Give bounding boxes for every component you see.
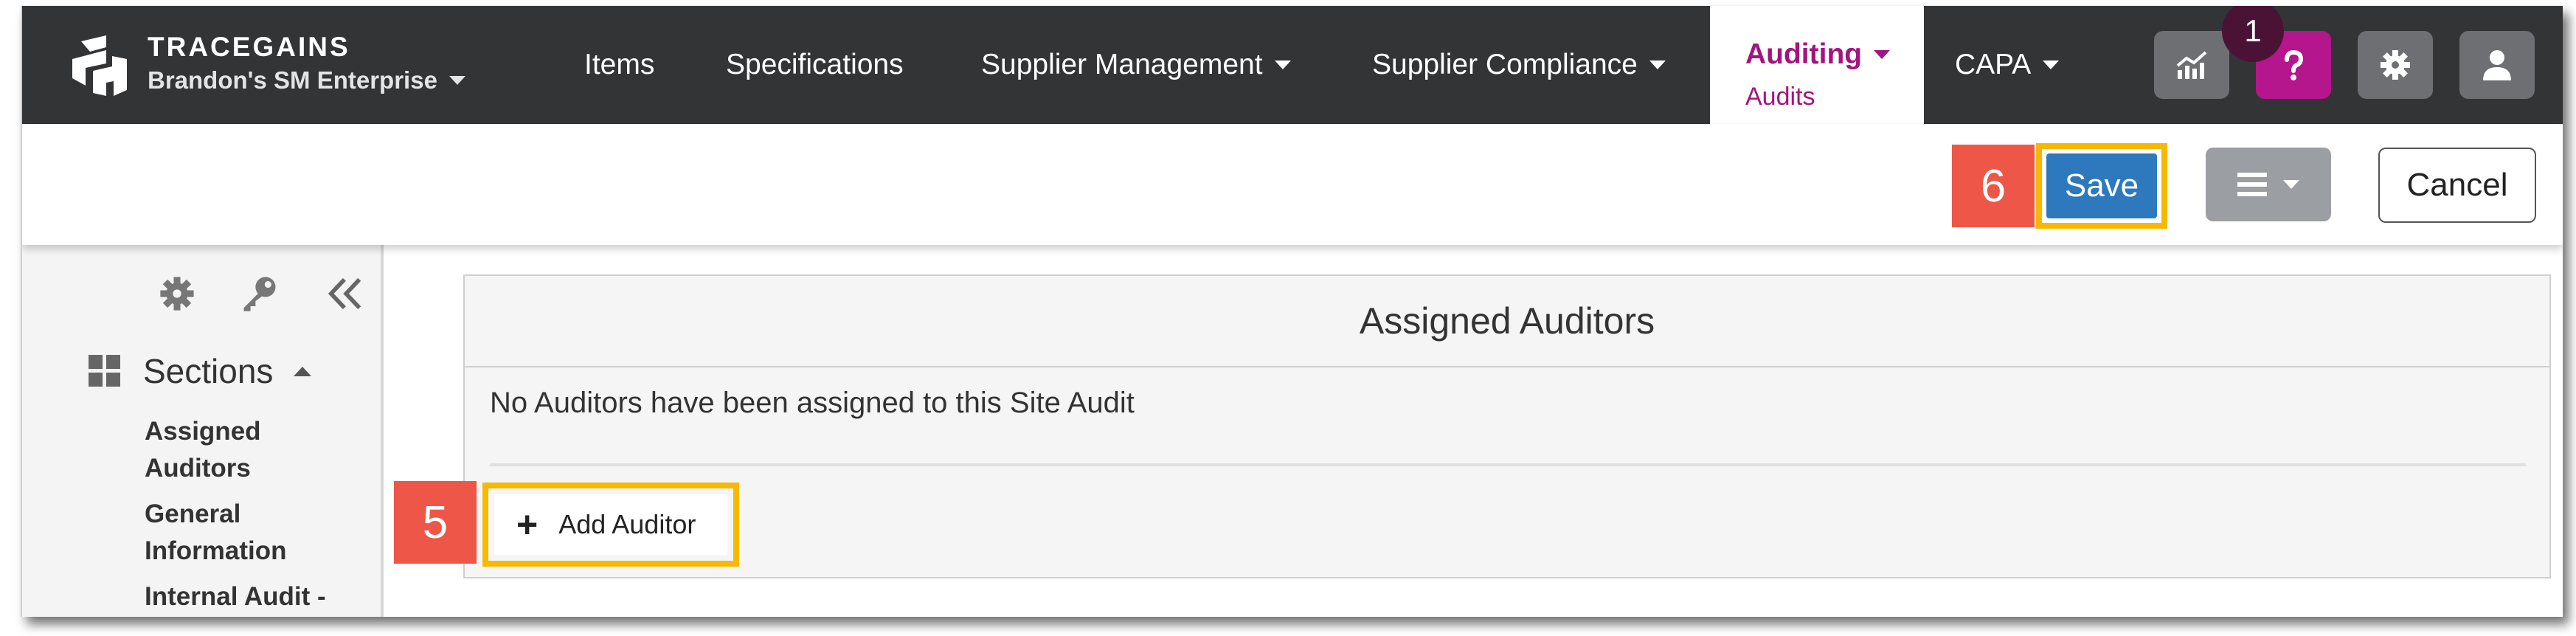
- step-5-badge: 5: [394, 481, 477, 564]
- sections-label: Sections: [143, 352, 274, 390]
- analytics-button[interactable]: [2154, 31, 2229, 99]
- chevron-up-icon: [294, 366, 312, 376]
- nav-supplier-compliance[interactable]: Supplier Compliance: [1372, 6, 1666, 124]
- nav-supplier-management[interactable]: Supplier Management: [981, 6, 1291, 124]
- chevron-down-icon: [2283, 180, 2299, 189]
- key-icon[interactable]: [240, 274, 279, 313]
- nav-items-label: Items: [584, 49, 655, 80]
- nav-capa-label: CAPA: [1955, 49, 2032, 80]
- chevron-down-icon: [2043, 61, 2060, 69]
- hamburger-icon: [2237, 173, 2267, 196]
- add-auditor-label: Add Auditor: [558, 509, 696, 539]
- plus-icon: +: [516, 504, 539, 545]
- section-link-assigned-auditors[interactable]: Assigned Auditors: [145, 413, 366, 487]
- chevron-down-icon: [449, 76, 465, 85]
- app-window: TRACEGAINS Brandon's SM Enterprise Items…: [21, 6, 2563, 617]
- collapse-icon[interactable]: [326, 274, 364, 313]
- nav-supplier-management-label: Supplier Management: [981, 49, 1263, 80]
- cancel-button[interactable]: Cancel: [2378, 148, 2536, 223]
- chevron-down-icon: [1874, 50, 1891, 59]
- action-toolbar: 6 Save Cancel: [22, 124, 2563, 245]
- panel-title: Assigned Auditors: [465, 276, 2549, 367]
- assigned-auditors-panel: Assigned Auditors No Auditors have been …: [463, 274, 2551, 578]
- nav-capa[interactable]: CAPA: [1955, 6, 2060, 124]
- section-link-internal-audit[interactable]: Internal Audit -: [145, 578, 366, 615]
- nav-specifications[interactable]: Specifications: [726, 6, 904, 124]
- top-navigation: TRACEGAINS Brandon's SM Enterprise Items…: [22, 6, 2563, 131]
- chevron-down-icon: [1649, 61, 1666, 69]
- sections-toggle[interactable]: Sections: [89, 351, 312, 391]
- nav-specifications-label: Specifications: [726, 49, 904, 80]
- brand-name: TRACEGAINS: [148, 32, 350, 62]
- nav-supplier-compliance-label: Supplier Compliance: [1372, 49, 1638, 80]
- user-icon: [2483, 50, 2511, 80]
- sections-sidebar: Sections Assigned Auditors General Infor…: [22, 245, 384, 617]
- step-6-badge: 6: [1952, 145, 2035, 227]
- help-icon: [2285, 49, 2304, 80]
- nav-auditing[interactable]: Auditing Audits: [1710, 6, 1924, 131]
- enterprise-selector[interactable]: Brandon's SM Enterprise: [148, 63, 465, 97]
- grid-icon: [89, 355, 120, 387]
- nav-auditing-label: Auditing: [1745, 38, 1863, 70]
- brand[interactable]: TRACEGAINS Brandon's SM Enterprise: [68, 31, 465, 97]
- nav-auditing-sublabel[interactable]: Audits: [1745, 83, 1815, 111]
- tracegains-logo-icon: [72, 35, 127, 96]
- gear-icon[interactable]: [158, 274, 196, 313]
- section-link-general-information[interactable]: General Information: [145, 496, 366, 570]
- add-auditor-button[interactable]: + Add Auditor: [494, 494, 727, 555]
- divider: [490, 463, 2526, 466]
- sections-list: Assigned Auditors General Information In…: [145, 413, 366, 617]
- user-button[interactable]: [2459, 31, 2535, 99]
- empty-state-message: No Auditors have been assigned to this S…: [490, 387, 1135, 419]
- more-actions-button[interactable]: [2206, 148, 2331, 221]
- nav-items[interactable]: Items: [584, 6, 654, 124]
- chevron-down-icon: [1274, 61, 1291, 69]
- settings-button[interactable]: [2358, 31, 2433, 99]
- enterprise-name: Brandon's SM Enterprise: [148, 66, 437, 94]
- gear-icon: [2381, 50, 2410, 80]
- save-button[interactable]: Save: [2046, 153, 2157, 218]
- analytics-icon: [2176, 51, 2207, 79]
